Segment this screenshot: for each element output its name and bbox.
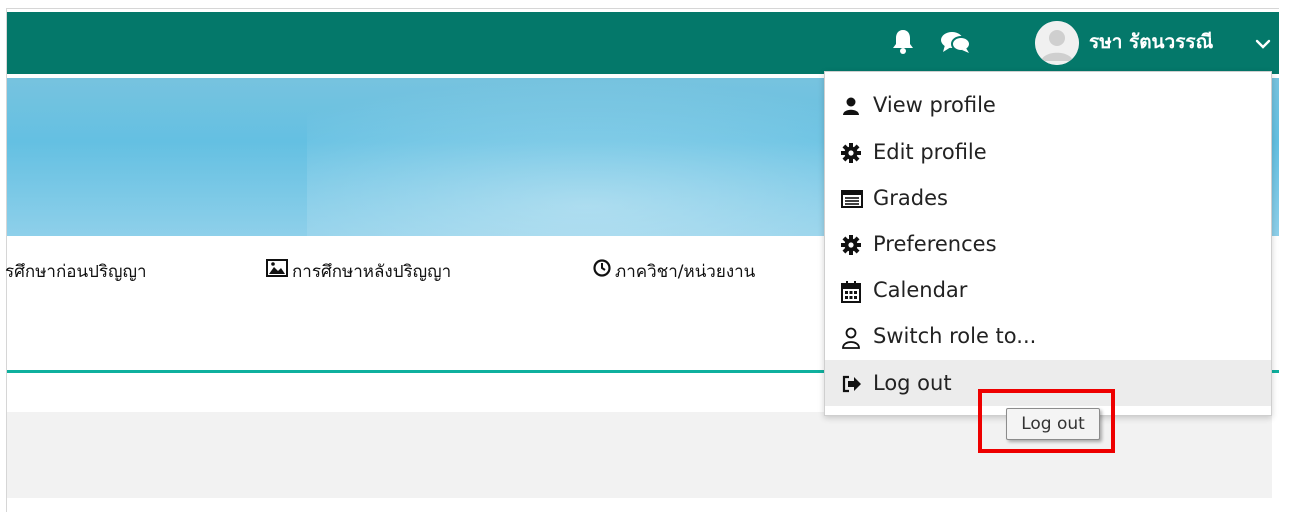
menu-item-label: Grades <box>873 186 948 210</box>
user-icon <box>841 96 861 116</box>
user-outline-icon <box>841 327 861 349</box>
table-icon <box>841 189 863 209</box>
menu-item-label: รศึกษาก่อนปริญญา <box>5 262 147 282</box>
menu-view-profile[interactable]: View profile <box>825 82 1271 128</box>
menu-preferences[interactable]: Preferences <box>825 221 1271 267</box>
menu-item-label: Edit profile <box>873 140 987 164</box>
menu-item-undergraduate[interactable]: รศึกษาก่อนปริญญา <box>5 258 147 286</box>
menu-item-label: Switch role to... <box>873 324 1037 348</box>
cog-icon <box>841 235 861 255</box>
menu-item-label: Log out <box>873 371 952 395</box>
menu-switch-role[interactable]: Switch role to... <box>825 313 1271 359</box>
top-navbar: รษา รัตนวรรณี <box>7 12 1279 74</box>
menu-item-label: การศึกษาหลังปริญญา <box>292 262 452 282</box>
chat-icon[interactable] <box>939 30 973 54</box>
menu-edit-profile[interactable]: Edit profile <box>825 129 1271 175</box>
menu-calendar[interactable]: Calendar <box>825 267 1271 313</box>
image-icon <box>266 258 288 286</box>
menu-item-label: View profile <box>873 93 996 117</box>
calendar-icon <box>841 281 861 303</box>
user-name[interactable]: รษา รัตนวรรณี <box>1089 28 1213 56</box>
user-menu-dropdown: View profile Edit profile Grades Prefere… <box>824 71 1272 416</box>
menu-item-departments[interactable]: ภาควิชา/หน่วยงาน <box>593 258 755 286</box>
menu-grades[interactable]: Grades <box>825 175 1271 221</box>
clock-icon <box>593 258 611 286</box>
menu-item-graduate[interactable]: การศึกษาหลังปริญญา <box>266 258 451 286</box>
chevron-down-icon[interactable] <box>1255 36 1271 50</box>
menu-item-label: ภาควิชา/หน่วยงาน <box>615 262 756 282</box>
bell-icon[interactable] <box>891 28 915 54</box>
cog-icon <box>841 143 861 163</box>
sign-out-icon <box>841 374 861 394</box>
avatar[interactable] <box>1035 21 1079 65</box>
menu-item-label: Preferences <box>873 232 997 256</box>
menu-item-label: Calendar <box>873 278 968 302</box>
window-right-edge <box>1279 8 1299 512</box>
highlight-annotation <box>978 389 1115 453</box>
window-top-border <box>0 0 1299 9</box>
